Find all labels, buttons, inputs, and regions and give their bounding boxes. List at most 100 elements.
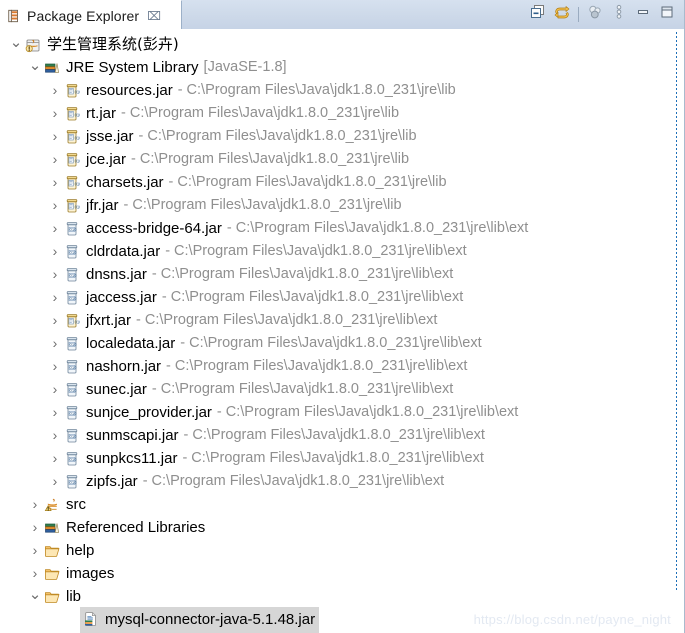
chevron-down-icon[interactable]: ⌄ <box>27 54 43 77</box>
tree-row[interactable]: › 010 nashorn.jar - C:\Program Files\Java\j… <box>0 355 676 378</box>
chevron-right-icon[interactable]: › <box>47 102 63 125</box>
tab-label: Package Explorer <box>27 7 140 24</box>
chevron-right-icon[interactable]: › <box>27 493 43 516</box>
chevron-right-icon[interactable]: › <box>47 148 63 171</box>
tree-row-content: src <box>43 493 86 516</box>
svg-text:010: 010 <box>75 112 80 117</box>
tree-row-content: help <box>43 539 94 562</box>
tree-row-selected[interactable]: mysql-connector-java-5.1.48.jar <box>0 606 676 633</box>
svg-text:010: 010 <box>70 433 78 438</box>
tree-row[interactable]: › 010 sunec.jar - C:\Program Files\Java\jdk… <box>0 378 676 401</box>
tree-row-label: nashorn.jar <box>86 358 162 375</box>
chevron-right-icon[interactable]: › <box>47 125 63 148</box>
toolbar-separator <box>578 7 579 22</box>
tree-row[interactable]: ⌄ JRE System Library [JavaSE-1.8] <box>0 56 676 79</box>
tree-row-path: - C:\Program Files\Java\jdk1.8.0_231\jre… <box>136 312 438 328</box>
jar-ext-icon: 010 <box>63 427 81 445</box>
tree-row-path: - C:\Program Files\Java\jdk1.8.0_231\jre… <box>226 220 529 236</box>
svg-text:010: 010 <box>70 479 78 484</box>
chevron-right-icon[interactable]: › <box>27 539 43 562</box>
tree-row-content: 010 dnsns.jar - C:\Program Files\Java\jdk1… <box>63 263 453 286</box>
chevron-down-icon[interactable]: ⌄ <box>27 583 43 606</box>
java-project-icon <box>24 36 42 54</box>
jar-ext-icon: 010 <box>63 404 81 422</box>
tree-row[interactable]: › 010 sunpkcs11.jar - C:\Program Files\Java… <box>0 447 676 470</box>
library-icon <box>43 519 61 537</box>
tree-row[interactable]: › 010 charsets.jar- C:\Program Files\Java\… <box>0 171 676 194</box>
focus-border <box>676 32 677 592</box>
tree-row-label: charsets.jar <box>86 174 164 191</box>
tree-row[interactable]: › images <box>0 562 676 585</box>
jar-ext-icon: 010 <box>63 266 81 284</box>
tree-row-path: - C:\Program Files\Java\jdk1.8.0_231\jre… <box>151 266 454 282</box>
minimize-button[interactable] <box>631 4 655 26</box>
jar-lib-icon: 010 <box>63 82 81 100</box>
tree-row-label: help <box>66 542 95 559</box>
chevron-right-icon[interactable]: › <box>47 447 63 470</box>
tree-row-path: - C:\Program Files\Java\jdk1.8.0_231\jre… <box>131 151 410 167</box>
focus-on-active-task-button[interactable] <box>583 4 607 26</box>
tree-row[interactable]: › 010 cldrdata.jar - C:\Program Files\Java\… <box>0 240 676 263</box>
package-explorer-view: Package Explorer ⌧ ⌄ 学生管理系统(彭卉) ⌄ JRE Sy… <box>0 0 685 633</box>
tree-row[interactable]: › 010 rt.jar - C:\Program Files\Java\jdk1.8… <box>0 102 676 125</box>
tree-row-label: jaccess.jar <box>86 289 157 306</box>
tree-row-label: sunec.jar <box>86 381 147 398</box>
tree-row[interactable]: › help <box>0 539 676 562</box>
chevron-right-icon[interactable]: › <box>47 286 63 309</box>
tree-row[interactable]: › 010 jfr.jar- C:\Program Files\Java\jdk1.… <box>0 194 676 217</box>
tree-row[interactable]: ⌄ 学生管理系统(彭卉) <box>0 33 676 56</box>
chevron-right-icon[interactable]: › <box>47 171 63 194</box>
chevron-right-icon[interactable]: › <box>27 516 43 539</box>
tree-row-content: 010 jce.jar- C:\Program Files\Java\jdk1.8… <box>63 148 409 171</box>
view-menu-icon <box>611 4 627 25</box>
tree-row[interactable]: › src <box>0 493 676 516</box>
tree-row-label: 学生管理系统(彭卉) <box>47 35 179 53</box>
tree-row[interactable]: › 010 sunjce_provider.jar - C:\Program File… <box>0 401 676 424</box>
chevron-right-icon[interactable]: › <box>47 470 63 493</box>
chevron-right-icon[interactable]: › <box>47 401 63 424</box>
tree-row[interactable]: ⌄ lib <box>0 585 676 608</box>
tree-row[interactable]: › 010 dnsns.jar - C:\Program Files\Java\jdk… <box>0 263 676 286</box>
svg-text:010: 010 <box>70 410 78 415</box>
view-menu-button[interactable] <box>607 4 631 26</box>
tree-row[interactable]: › 010 resources.jar- C:\Program Files\Java… <box>0 79 676 102</box>
chevron-right-icon[interactable]: › <box>47 240 63 263</box>
tree-row[interactable]: › 010 jce.jar- C:\Program Files\Java\jdk1.… <box>0 148 676 171</box>
chevron-down-icon[interactable]: ⌄ <box>8 31 24 54</box>
close-icon[interactable]: ⌧ <box>147 10 161 22</box>
chevron-right-icon[interactable]: › <box>47 263 63 286</box>
chevron-right-icon[interactable]: › <box>47 355 63 378</box>
tree-row[interactable]: › Referenced Libraries <box>0 516 676 539</box>
tree-row-label: cldrdata.jar <box>86 243 161 260</box>
tree-row-content: 010 sunec.jar - C:\Program Files\Java\jdk1… <box>63 378 453 401</box>
chevron-right-icon[interactable]: › <box>47 332 63 355</box>
tree-row-label: zipfs.jar <box>86 473 138 490</box>
link-with-editor-button[interactable] <box>550 4 574 26</box>
tree-row[interactable]: › 010 sunmscapi.jar - C:\Program Files\Java… <box>0 424 676 447</box>
tree-row[interactable]: › 010 jfxrt.jar - C:\Program Files\Java\jdk… <box>0 309 676 332</box>
tree-row[interactable]: › 010 zipfs.jar - C:\Program Files\Java\jdk… <box>0 470 676 493</box>
tree-row[interactable]: › 010 access-bridge-64.jar - C:\Program Fil… <box>0 217 676 240</box>
link-with-editor-icon <box>554 4 570 25</box>
chevron-right-icon[interactable]: › <box>47 309 63 332</box>
jar-lib-icon: 010 <box>63 128 81 146</box>
chevron-right-icon[interactable]: › <box>47 378 63 401</box>
tree-row[interactable]: › 010 jaccess.jar - C:\Program Files\Java\j… <box>0 286 676 309</box>
package-explorer-tree[interactable]: ⌄ 学生管理系统(彭卉) ⌄ JRE System Library [JavaSE-1.… <box>0 29 676 633</box>
chevron-right-icon[interactable]: › <box>47 79 63 102</box>
chevron-right-icon[interactable]: › <box>47 424 63 447</box>
tree-row-label: jce.jar <box>86 151 127 168</box>
chevron-right-icon[interactable]: › <box>47 217 63 240</box>
tab-package-explorer[interactable]: Package Explorer ⌧ <box>0 0 182 30</box>
tree-row[interactable]: › 010 jsse.jar- C:\Program Files\Java\jdk1… <box>0 125 676 148</box>
jar-lib-icon: 010 <box>63 197 81 215</box>
jar-ext-icon: 010 <box>63 220 81 238</box>
tree-row-content: JRE System Library [JavaSE-1.8] <box>43 56 287 79</box>
focus-task-icon <box>587 4 603 25</box>
tree-row-label: resources.jar <box>86 82 173 99</box>
tree-row-label: access-bridge-64.jar <box>86 220 222 237</box>
maximize-button[interactable] <box>655 4 679 26</box>
collapse-all-button[interactable] <box>526 4 550 26</box>
chevron-right-icon[interactable]: › <box>47 194 63 217</box>
tree-row[interactable]: › 010 localedata.jar - C:\Program Files\Jav… <box>0 332 676 355</box>
